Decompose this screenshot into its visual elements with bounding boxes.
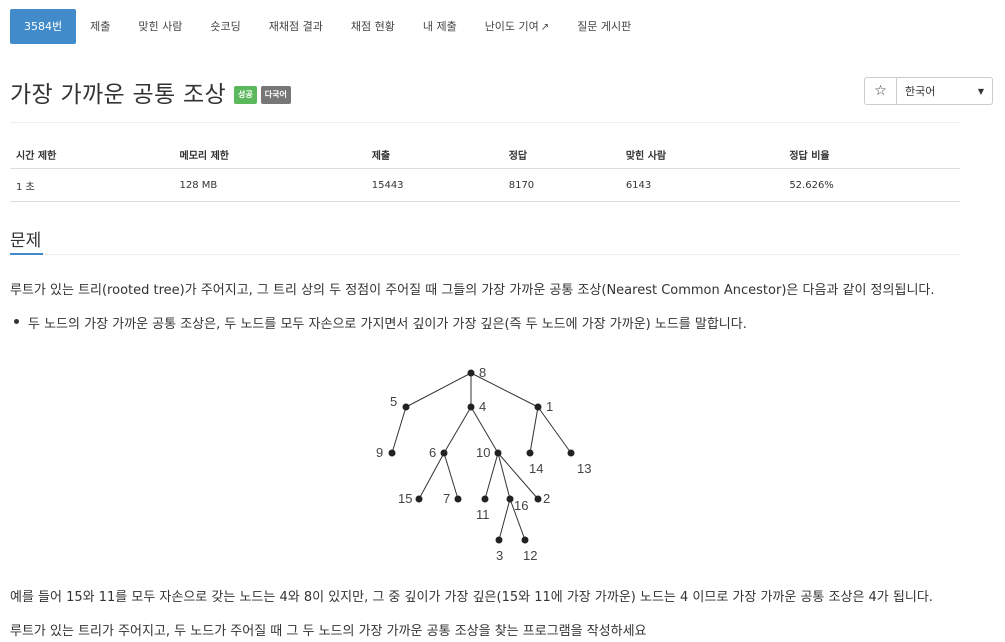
language-dropdown[interactable]: 한국어 ▼ (897, 77, 993, 105)
tree-node-label: 3 (496, 548, 503, 560)
tree-node (506, 495, 514, 503)
tab-difficulty-contribution[interactable]: 난이도 기여 ↗ (471, 9, 564, 44)
tree-node (440, 449, 448, 457)
problem-tabs: 3584번 제출 맞힌 사람 숏코딩 재채점 결과 채점 현황 내 제출 난이도… (10, 9, 645, 44)
section-divider (43, 254, 960, 255)
tab-rejudge-results[interactable]: 재채점 결과 (255, 9, 337, 44)
cell-time-limit: 1 초 (10, 168, 174, 202)
problem-info-table: 시간 제한 메모리 제한 제출 정답 맞힌 사람 정답 비율 1 초 128 M… (10, 140, 960, 202)
tree-node (467, 369, 475, 377)
tab-problem-number[interactable]: 3584번 (10, 9, 77, 44)
tree-diagram: 8 5 4 1 9 6 10 14 13 15 7 11 16 2 3 12 (376, 365, 591, 560)
header-accepted: 정답 (502, 140, 620, 169)
tree-node (567, 449, 575, 457)
tree-node-label: 7 (443, 491, 450, 506)
tab-judge-status[interactable]: 채점 현황 (337, 9, 409, 44)
tree-node-label: 14 (529, 461, 543, 476)
header-accept-ratio: 정답 비율 (783, 140, 960, 169)
tree-node (534, 495, 542, 503)
tree-node-label: 2 (543, 491, 550, 506)
language-badge: 다국어 (260, 86, 291, 104)
problem-description: 루트가 있는 트리(rooted tree)가 주어지고, 그 트리 상의 두 … (10, 283, 935, 298)
status-badge: 성공 (233, 86, 257, 104)
divider (10, 122, 960, 123)
list-item-text: 두 노드의 가장 가까운 공통 조상은, 두 노드를 모두 자손으로 가지면서 … (28, 317, 747, 332)
tree-node-label: 1 (546, 399, 553, 414)
tab-solved-users[interactable]: 맞힌 사람 (124, 9, 196, 44)
tree-node (521, 536, 529, 544)
tree-node (481, 495, 489, 503)
tree-node (454, 495, 462, 503)
cell-accepted: 8170 (502, 168, 620, 202)
tab-short-coding[interactable]: 숏코딩 (196, 9, 254, 44)
tree-node-label: 6 (429, 445, 436, 460)
tree-node-label: 10 (476, 445, 490, 460)
tab-my-submissions[interactable]: 내 제출 (409, 9, 471, 44)
task-statement: 루트가 있는 트리가 주어지고, 두 노드가 주어질 때 그 두 노드의 가장 … (10, 624, 647, 639)
cell-accept-ratio: 52.626% (783, 168, 960, 202)
title-row: 가장 가까운 공통 조상 성공 다국어 (10, 75, 291, 109)
tree-node-label: 11 (476, 507, 490, 522)
tree-node (388, 449, 396, 457)
tab-question-board[interactable]: 질문 게시판 (563, 9, 645, 44)
title-controls: ☆ 한국어 ▼ (864, 77, 993, 105)
section-underline (10, 253, 43, 255)
tree-edge (529, 406, 539, 454)
tree-edge (391, 406, 407, 454)
list-item: 두 노드의 가장 가까운 공통 조상은, 두 노드를 모두 자손으로 가지면서 … (14, 313, 747, 332)
tree-node-label: 4 (479, 399, 486, 414)
page-title: 가장 가까운 공통 조상 (10, 82, 226, 108)
tree-node-label: 5 (390, 394, 397, 409)
bullet-dot (14, 319, 19, 324)
language-label: 한국어 (905, 85, 936, 98)
tree-node (534, 403, 542, 411)
star-button[interactable]: ☆ (864, 77, 897, 105)
tree-edge (537, 406, 572, 454)
tree-node (415, 495, 423, 503)
tree-node (402, 403, 410, 411)
header-submissions: 제출 (365, 140, 503, 169)
header-solved-users: 맞힌 사람 (619, 140, 784, 169)
cell-submissions: 15443 (365, 168, 503, 202)
tree-node-label: 15 (398, 491, 412, 506)
table-row: 1 초 128 MB 15443 8170 6143 52.626% (10, 168, 960, 202)
tree-node-label: 13 (577, 461, 591, 476)
section-heading: 문제 (10, 231, 42, 251)
table-header-row: 시간 제한 메모리 제한 제출 정답 맞힌 사람 정답 비율 (10, 140, 960, 169)
tab-difficulty-label: 난이도 기여 (484, 20, 539, 33)
star-icon: ☆ (874, 83, 887, 99)
tree-node-label: 9 (376, 445, 383, 460)
tree-node (467, 403, 475, 411)
tab-submit[interactable]: 제출 (76, 9, 124, 44)
cell-memory-limit: 128 MB (173, 168, 366, 202)
tree-node-label: 12 (523, 548, 537, 560)
tree-edge (405, 372, 472, 408)
tree-edge (443, 406, 472, 454)
cell-solved-users: 6143 (619, 168, 784, 202)
example-explanation: 예를 들어 15와 11를 모두 자손으로 갖는 노드는 4와 8이 있지만, … (10, 590, 933, 605)
tree-edge (498, 498, 511, 541)
external-link-icon: ↗ (540, 22, 550, 33)
tree-node (495, 536, 503, 544)
header-time-limit: 시간 제한 (10, 140, 174, 169)
header-memory-limit: 메모리 제한 (173, 140, 366, 169)
tree-node-label: 8 (479, 365, 486, 380)
tree-node-label: 16 (514, 498, 528, 513)
tree-node (526, 449, 534, 457)
caret-down-icon: ▼ (977, 86, 984, 96)
tree-node (494, 449, 502, 457)
